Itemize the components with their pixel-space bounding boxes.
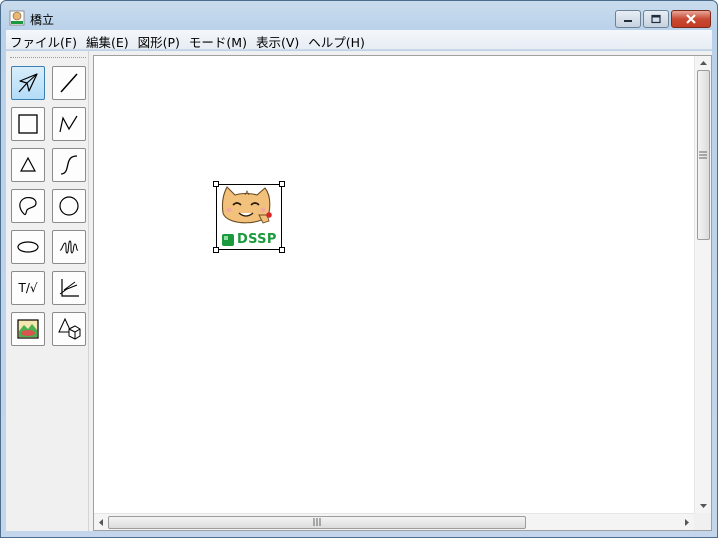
scribble-icon [59, 240, 79, 254]
menu-view[interactable]: 表示(V) [252, 30, 303, 50]
menu-file[interactable]: ファイル(F) [6, 30, 81, 50]
close-icon [686, 14, 696, 24]
line-tool[interactable] [52, 66, 86, 100]
ellipse-tool[interactable] [11, 230, 45, 264]
grip-lines-icon [699, 151, 707, 159]
scroll-right-arrow-icon[interactable] [680, 516, 693, 529]
app-window: 橋立 ファイル(F) 編集(E) 図形(P) モード(M) 表示(V) ヘルプ(… [0, 0, 718, 538]
menu-shape[interactable]: 図形(P) [134, 30, 184, 50]
resize-handle-top-right[interactable] [279, 181, 285, 187]
close-button[interactable] [671, 10, 711, 28]
solid-shapes-tool[interactable] [52, 312, 86, 346]
polyline-tool[interactable] [52, 107, 86, 141]
menu-help[interactable]: ヘルプ(H) [304, 30, 369, 50]
image-object[interactable]: DSSP [213, 181, 285, 253]
maximize-icon [651, 14, 661, 24]
client-area: T/√ DSSP [6, 51, 712, 531]
badge-square-icon [222, 234, 234, 246]
picture-icon [17, 319, 39, 339]
drawing-canvas[interactable]: DSSP [94, 56, 694, 513]
dssp-badge-text: DSSP [237, 232, 277, 247]
horizontal-scroll-thumb[interactable] [108, 516, 526, 529]
scrollbar-corner [694, 513, 711, 530]
menu-bar: ファイル(F) 編集(E) 図形(P) モード(M) 表示(V) ヘルプ(H) [6, 30, 712, 50]
circle-icon [59, 196, 79, 216]
select-tool[interactable] [11, 66, 45, 100]
square-icon [18, 114, 38, 134]
shapes-3d-icon [58, 317, 81, 340]
text-formula-tool[interactable]: T/√ [11, 271, 45, 305]
freeform-closed-icon [19, 197, 37, 216]
cat-mascot-icon [221, 186, 272, 224]
toolbox-grip[interactable] [10, 57, 86, 60]
triangle-tool[interactable] [11, 148, 45, 182]
title-bar[interactable]: 橋立 [1, 1, 717, 31]
vertical-scrollbar[interactable] [694, 56, 711, 513]
axes-graph-icon [59, 279, 79, 297]
window-title: 橋立 [30, 13, 55, 27]
caption-buttons [613, 10, 711, 28]
scroll-left-arrow-icon[interactable] [95, 516, 108, 529]
app-icon [9, 10, 25, 26]
grip-lines-icon [313, 518, 321, 526]
resize-handle-bottom-right[interactable] [279, 247, 285, 253]
circle-tool[interactable] [52, 189, 86, 223]
minimize-button[interactable] [615, 10, 641, 28]
graph-tool[interactable] [52, 271, 86, 305]
minimize-icon [624, 20, 632, 22]
toolbox: T/√ [6, 51, 89, 531]
line-icon [60, 73, 78, 93]
rectangle-tool[interactable] [11, 107, 45, 141]
scroll-up-arrow-icon[interactable] [697, 57, 710, 70]
s-curve-icon [60, 155, 78, 175]
image-tool[interactable] [11, 312, 45, 346]
freeform-tool[interactable] [11, 189, 45, 223]
menu-edit[interactable]: 編集(E) [82, 30, 133, 50]
scribble-tool[interactable] [52, 230, 86, 264]
horizontal-scrollbar[interactable] [94, 513, 694, 530]
resize-handle-bottom-left[interactable] [213, 247, 219, 253]
vertical-scroll-thumb[interactable] [697, 70, 710, 240]
canvas-frame: DSSP [93, 55, 712, 531]
text-formula-label: T/√ [18, 281, 38, 295]
arrow-pointer-icon [18, 73, 38, 93]
ellipse-icon [17, 241, 39, 253]
maximize-button[interactable] [643, 10, 669, 28]
curve-tool[interactable] [52, 148, 86, 182]
polyline-icon [59, 115, 78, 133]
resize-handle-top-left[interactable] [213, 181, 219, 187]
menu-mode[interactable]: モード(M) [185, 30, 251, 50]
scroll-down-arrow-icon[interactable] [697, 499, 710, 512]
triangle-icon [19, 156, 37, 172]
dssp-badge: DSSP [221, 232, 279, 247]
